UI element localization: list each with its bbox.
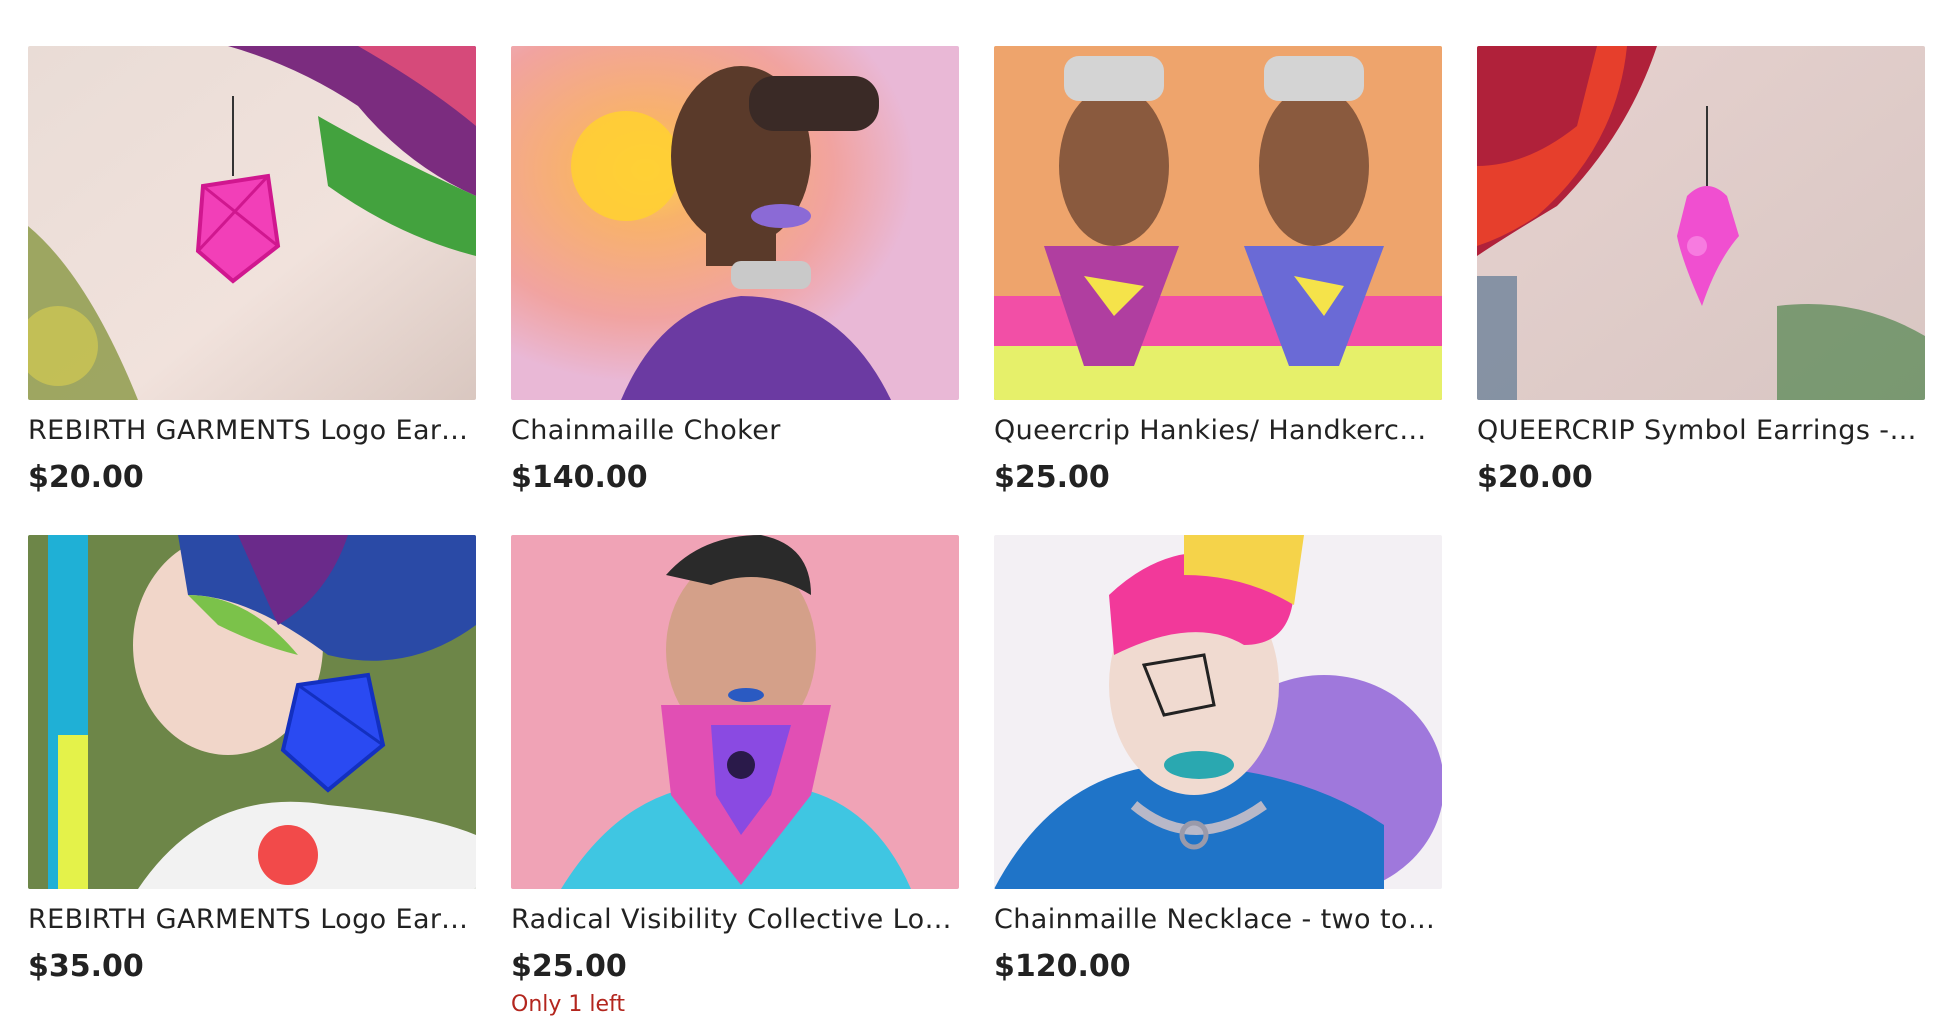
listing-grid: REBIRTH GARMENTS Logo Earri... $20.00 Ch… [28,46,1925,1017]
listing-price: $35.00 [28,949,144,984]
listing-card[interactable]: REBIRTH GARMENTS Logo Earri... $20.00 [28,46,476,495]
listing-image[interactable] [511,535,959,889]
listing-title[interactable]: REBIRTH GARMENTS Logo Earri... [28,903,476,937]
listing-title[interactable]: Queercrip Hankies/ Handkerchi... [994,414,1442,448]
listing-card[interactable]: REBIRTH GARMENTS Logo Earri... $35.00 [28,535,476,984]
listing-card[interactable]: QUEERCRIP Symbol Earrings - ... $20.00 [1477,46,1925,495]
listing-title[interactable]: Chainmaille Necklace - two ton... [994,903,1442,937]
listing-image[interactable] [994,535,1442,889]
listing-card[interactable]: Queercrip Hankies/ Handkerchi... $25.00 [994,46,1442,495]
listing-title[interactable]: REBIRTH GARMENTS Logo Earri... [28,414,476,448]
stock-warning: Only 1 left [511,992,626,1017]
listing-image[interactable] [28,535,476,889]
listing-image[interactable] [1477,46,1925,400]
listing-image[interactable] [511,46,959,400]
listing-price: $25.00 [994,460,1110,495]
listing-card[interactable]: Radical Visibility Collective Log... $25… [511,535,959,1017]
listing-title[interactable]: Radical Visibility Collective Log... [511,903,959,937]
listing-title[interactable]: Chainmaille Choker [511,414,959,448]
listing-title[interactable]: QUEERCRIP Symbol Earrings - ... [1477,414,1925,448]
listing-price: $140.00 [511,460,648,495]
listing-image[interactable] [28,46,476,400]
listing-price: $25.00 [511,949,627,984]
listing-price: $120.00 [994,949,1131,984]
listing-price: $20.00 [28,460,144,495]
listing-image[interactable] [994,46,1442,400]
listing-card[interactable]: Chainmaille Necklace - two ton... $120.0… [994,535,1442,984]
listing-price: $20.00 [1477,460,1593,495]
listing-card[interactable]: Chainmaille Choker $140.00 [511,46,959,495]
